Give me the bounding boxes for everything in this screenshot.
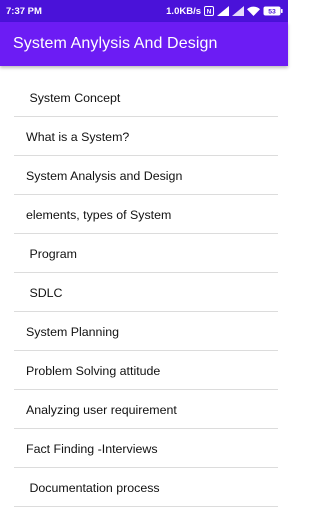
list-item[interactable]: Documentation process [0, 468, 288, 507]
list-item-label: SDLC [26, 285, 63, 300]
list-item-label: Program [26, 246, 77, 261]
network-speed: 1.0KB/s [166, 5, 201, 17]
list-item[interactable]: SDLC [0, 273, 288, 312]
status-bar: 7:37 PM 1.0KB/s N 53 [0, 0, 288, 22]
app-title: System Anylysis And Design [13, 35, 218, 52]
app-bar: System Anylysis And Design [0, 22, 288, 66]
list-item[interactable]: What is a System? [0, 117, 288, 156]
list-item-label: System Concept [26, 90, 121, 105]
battery-icon: 53 [263, 6, 283, 16]
list-top-spacer [0, 66, 288, 78]
list-item[interactable]: Fact Finding -Interviews [0, 429, 288, 468]
list-item-label: What is a System? [26, 129, 130, 144]
signal-icon-2 [232, 6, 244, 16]
list-item-label: Problem Solving attitude [26, 363, 161, 378]
data-saver-icon: N [204, 6, 214, 16]
list-item[interactable]: System Analysis and Design [0, 156, 288, 195]
status-icons: 1.0KB/s N 53 [166, 6, 283, 17]
list-item-label: System Analysis and Design [26, 168, 183, 183]
svg-text:N: N [207, 9, 212, 16]
list-item-label: elements, types of System [26, 207, 172, 222]
list-item[interactable]: Program [0, 234, 288, 273]
signal-icon [217, 6, 229, 16]
list-item[interactable]: Analyzing user requirement [0, 390, 288, 429]
list-item[interactable]: System Planning [0, 312, 288, 351]
topic-list[interactable]: System Concept What is a System? System … [0, 66, 288, 512]
status-time: 7:37 PM [6, 5, 42, 17]
list-item[interactable]: Problem Solving attitude [0, 351, 288, 390]
wifi-icon [247, 6, 260, 16]
list-item-label: Fact Finding -Interviews [26, 441, 158, 456]
list-item-label: Analyzing user requirement [26, 402, 177, 417]
battery-level: 53 [268, 9, 276, 16]
list-item-label: Documentation process [26, 480, 160, 495]
list-item[interactable]: elements, types of System [0, 195, 288, 234]
list-item-label: System Planning [26, 324, 119, 339]
list-item[interactable]: System Concept [0, 78, 288, 117]
